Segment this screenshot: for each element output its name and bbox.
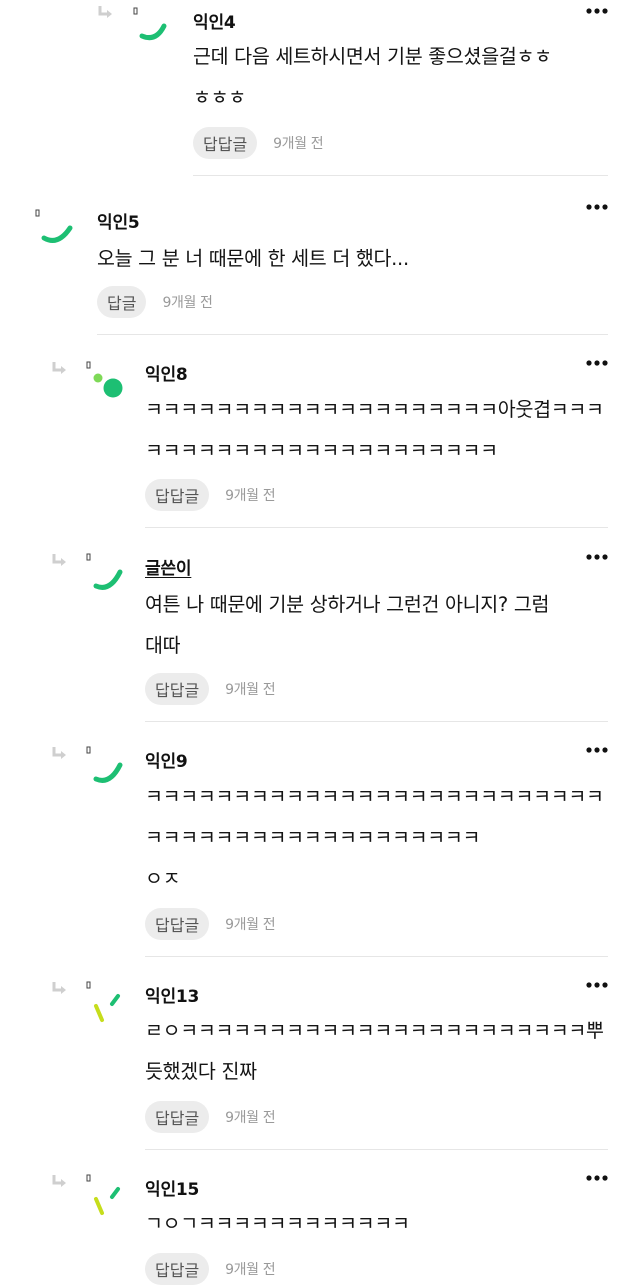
comment-body: ㄱㅇㄱㅋㅋㅋㅋㅋㅋㅋㅋㅋㅋㅋㅋ: [145, 1203, 410, 1244]
reply-button[interactable]: 답답글: [145, 1253, 210, 1285]
reply-button[interactable]: 답답글: [145, 908, 210, 940]
reply-arrow-icon: [52, 747, 68, 761]
comment-body: ㅋㅋㅋㅋㅋㅋㅋㅋㅋㅋㅋㅋㅋㅋㅋㅋㅋㅋㅋㅋㅋㅋㅋㅋㅋㅋ ㅋㅋㅋㅋㅋㅋㅋㅋㅋㅋㅋㅋㅋ…: [145, 776, 604, 899]
more-dots-icon[interactable]: [586, 552, 608, 562]
comment-line: 여튼 나 때문에 기분 상하거나 그런건 아니지? 그럼: [145, 593, 550, 616]
reply-arrow-icon: [98, 6, 114, 20]
comment-time: 9개월 전: [273, 136, 324, 152]
more-dots-icon[interactable]: [586, 358, 608, 368]
comment-meta: 답답글 9개월 전: [145, 1253, 276, 1285]
reply-arrow-icon: [52, 554, 68, 568]
comment-item: 글쓴이 여튼 나 때문에 기분 상하거나 그런건 아니지? 그럼 대따 답답글 …: [0, 530, 640, 723]
comment-line: ㄹㅇㅋㅋㅋㅋㅋㅋㅋㅋㅋㅋㅋㅋㅋㅋㅋㅋㅋㅋㅋㅋㅋㅋㅋ뿌: [145, 1019, 604, 1042]
comment-line: ㅎㅎㅎ: [193, 86, 246, 109]
comment-line: ㅋㅋㅋㅋㅋㅋㅋㅋㅋㅋㅋㅋㅋㅋㅋㅋㅋㅋㅋㅋ: [145, 439, 498, 462]
divider: [145, 527, 608, 528]
comment-meta: 답답글 9개월 전: [193, 127, 324, 159]
comment-line: 대따: [145, 634, 181, 657]
more-dots-icon[interactable]: [586, 980, 608, 990]
avatar: [30, 204, 78, 252]
comment-meta: 답답글 9개월 전: [145, 479, 276, 511]
avatar: [82, 358, 130, 406]
comment-line: ㅋㅋㅋㅋㅋㅋㅋㅋㅋㅋㅋㅋㅋㅋㅋㅋㅋㅋㅋㅋㅋㅋㅋㅋㅋㅋ: [145, 785, 604, 808]
comment-meta: 답답글 9개월 전: [145, 1101, 276, 1133]
reply-button[interactable]: 답답글: [145, 479, 210, 511]
comment-time: 9개월 전: [225, 1110, 276, 1126]
comment-meta: 답글 9개월 전: [97, 286, 213, 318]
comment-line: 근데 다음 세트하시면서 기분 좋으셨을걸ㅎㅎ: [193, 45, 552, 68]
reply-arrow-icon: [52, 362, 68, 376]
comment-body: ㄹㅇㅋㅋㅋㅋㅋㅋㅋㅋㅋㅋㅋㅋㅋㅋㅋㅋㅋㅋㅋㅋㅋㅋㅋ뿌 듯했겠다 진짜: [145, 1010, 604, 1092]
comment-author[interactable]: 글쓴이: [145, 554, 192, 579]
divider: [145, 956, 608, 957]
comment-author[interactable]: 익인8: [145, 360, 188, 385]
comment-body: 여튼 나 때문에 기분 상하거나 그런건 아니지? 그럼 대따: [145, 584, 549, 666]
comment-meta: 답답글 9개월 전: [145, 673, 276, 705]
comment-body: ㅋㅋㅋㅋㅋㅋㅋㅋㅋㅋㅋㅋㅋㅋㅋㅋㅋㅋㅋㅋ아웃겹ㅋㅋㅋ ㅋㅋㅋㅋㅋㅋㅋㅋㅋㅋㅋㅋㅋ…: [145, 389, 604, 471]
avatar: [82, 1171, 130, 1219]
reply-button[interactable]: 답답글: [193, 127, 258, 159]
comment-line: ㄱㅇㄱㅋㅋㅋㅋㅋㅋㅋㅋㅋㅋㅋㅋ: [145, 1212, 410, 1235]
more-dots-icon[interactable]: [586, 745, 608, 755]
more-dots-icon[interactable]: [586, 6, 608, 16]
comment-time: 9개월 전: [162, 295, 213, 311]
comment-meta: 답답글 9개월 전: [145, 908, 276, 940]
comment-author[interactable]: 익인13: [145, 982, 199, 1007]
comment-time: 9개월 전: [225, 488, 276, 504]
avatar: [82, 978, 130, 1026]
comment-line: ㅋㅋㅋㅋㅋㅋㅋㅋㅋㅋㅋㅋㅋㅋㅋㅋㅋㅋㅋㅋ아웃겹ㅋㅋㅋ: [145, 398, 604, 421]
comment-item: 익인15 ㄱㅇㄱㅋㅋㅋㅋㅋㅋㅋㅋㅋㅋㅋㅋ 답답글 9개월 전: [0, 1151, 640, 1285]
divider: [97, 334, 608, 335]
comment-item: 익인8 ㅋㅋㅋㅋㅋㅋㅋㅋㅋㅋㅋㅋㅋㅋㅋㅋㅋㅋㅋㅋ아웃겹ㅋㅋㅋ ㅋㅋㅋㅋㅋㅋㅋㅋㅋ…: [0, 336, 640, 530]
comment-item: 익인5 오늘 그 분 너 때문에 한 세트 더 했다... 답글 9개월 전: [0, 176, 640, 336]
comment-line: 듯했겠다 진짜: [145, 1060, 257, 1083]
comment-line: 오늘 그 분 너 때문에 한 세트 더 했다...: [97, 247, 409, 270]
comment-line: ㅋㅋㅋㅋㅋㅋㅋㅋㅋㅋㅋㅋㅋㅋㅋㅋㅋㅋㅋ: [145, 826, 481, 849]
comment-author[interactable]: 익인5: [97, 208, 140, 233]
comment-body: 근데 다음 세트하시면서 기분 좋으셨을걸ㅎㅎ ㅎㅎㅎ: [193, 36, 552, 118]
comment-item: 익인9 ㅋㅋㅋㅋㅋㅋㅋㅋㅋㅋㅋㅋㅋㅋㅋㅋㅋㅋㅋㅋㅋㅋㅋㅋㅋㅋ ㅋㅋㅋㅋㅋㅋㅋㅋㅋ…: [0, 723, 640, 958]
reply-button[interactable]: 답답글: [145, 1101, 210, 1133]
reply-arrow-icon: [52, 982, 68, 996]
comment-time: 9개월 전: [225, 682, 276, 698]
comment-author[interactable]: 익인9: [145, 747, 188, 772]
comment-item: 익인4 근데 다음 세트하시면서 기분 좋으셨을걸ㅎㅎ ㅎㅎㅎ 답답글 9개월 …: [0, 0, 640, 176]
comment-author[interactable]: 익인4: [193, 8, 236, 33]
comment-line: ㅇㅈ: [145, 867, 181, 890]
divider: [145, 721, 608, 722]
divider: [145, 1149, 608, 1150]
avatar: [128, 0, 176, 48]
reply-arrow-icon: [52, 1175, 68, 1189]
more-dots-icon[interactable]: [586, 1173, 608, 1183]
comment-time: 9개월 전: [225, 917, 276, 933]
reply-button[interactable]: 답답글: [145, 673, 210, 705]
reply-button[interactable]: 답글: [97, 286, 147, 318]
comment-body: 오늘 그 분 너 때문에 한 세트 더 했다...: [97, 238, 409, 279]
comment-item: 익인13 ㄹㅇㅋㅋㅋㅋㅋㅋㅋㅋㅋㅋㅋㅋㅋㅋㅋㅋㅋㅋㅋㅋㅋㅋㅋ뿌 듯했겠다 진짜 …: [0, 958, 640, 1151]
comment-author[interactable]: 익인15: [145, 1175, 199, 1200]
comment-time: 9개월 전: [225, 1262, 276, 1278]
more-dots-icon[interactable]: [586, 202, 608, 212]
avatar: [82, 743, 130, 791]
avatar: [82, 550, 130, 598]
